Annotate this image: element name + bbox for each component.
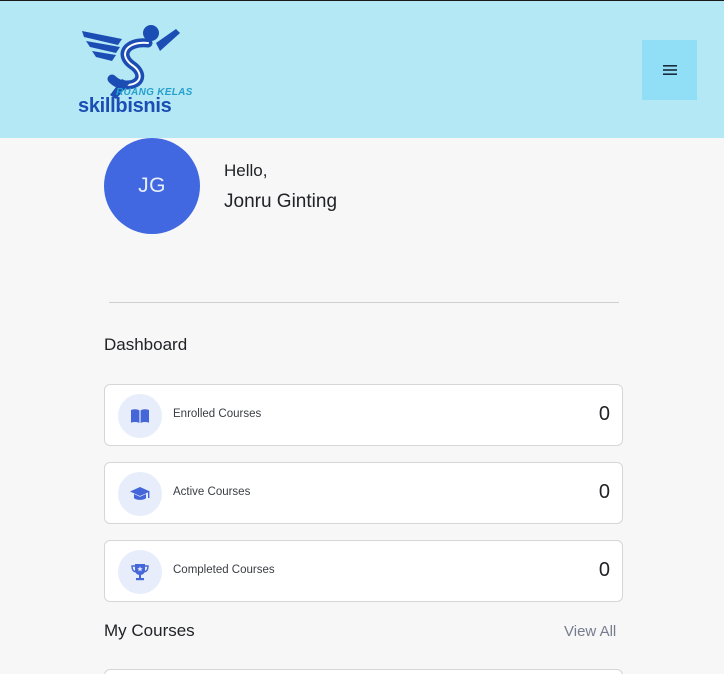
divider (109, 302, 619, 303)
stat-label: Active Courses (173, 486, 251, 498)
avatar-initials: JG (138, 174, 166, 197)
stat-value: 0 (598, 559, 610, 581)
stat-value: 0 (598, 481, 610, 503)
stat-label: Completed Courses (173, 564, 275, 576)
open-book-icon (118, 394, 162, 438)
graduation-cap-icon (118, 472, 162, 516)
my-courses-title: My Courses (104, 621, 195, 640)
menu-button[interactable] (642, 40, 697, 100)
stat-card-active[interactable]: Active Courses 0 (104, 462, 623, 524)
trophy-icon (118, 550, 162, 594)
stat-label: Enrolled Courses (173, 408, 262, 420)
skillbisnis-logo[interactable]: RUANG KELAS skillbisnis (76, 21, 192, 121)
dashboard-title: Dashboard (104, 335, 188, 354)
greeting-text: Hello, (224, 161, 268, 180)
avatar[interactable]: JG (104, 138, 200, 234)
course-card[interactable] (104, 669, 623, 674)
stat-card-enrolled[interactable]: Enrolled Courses 0 (104, 384, 623, 446)
user-name: Jonru Ginting (224, 191, 338, 212)
stat-value: 0 (598, 403, 610, 425)
site-header: RUANG KELAS skillbisnis (0, 0, 724, 138)
hamburger-menu-icon (662, 65, 677, 75)
logo-brand-name: skillbisnis (78, 95, 172, 117)
stat-card-completed[interactable]: Completed Courses 0 (104, 540, 623, 602)
view-all-link[interactable]: View All (564, 623, 616, 640)
